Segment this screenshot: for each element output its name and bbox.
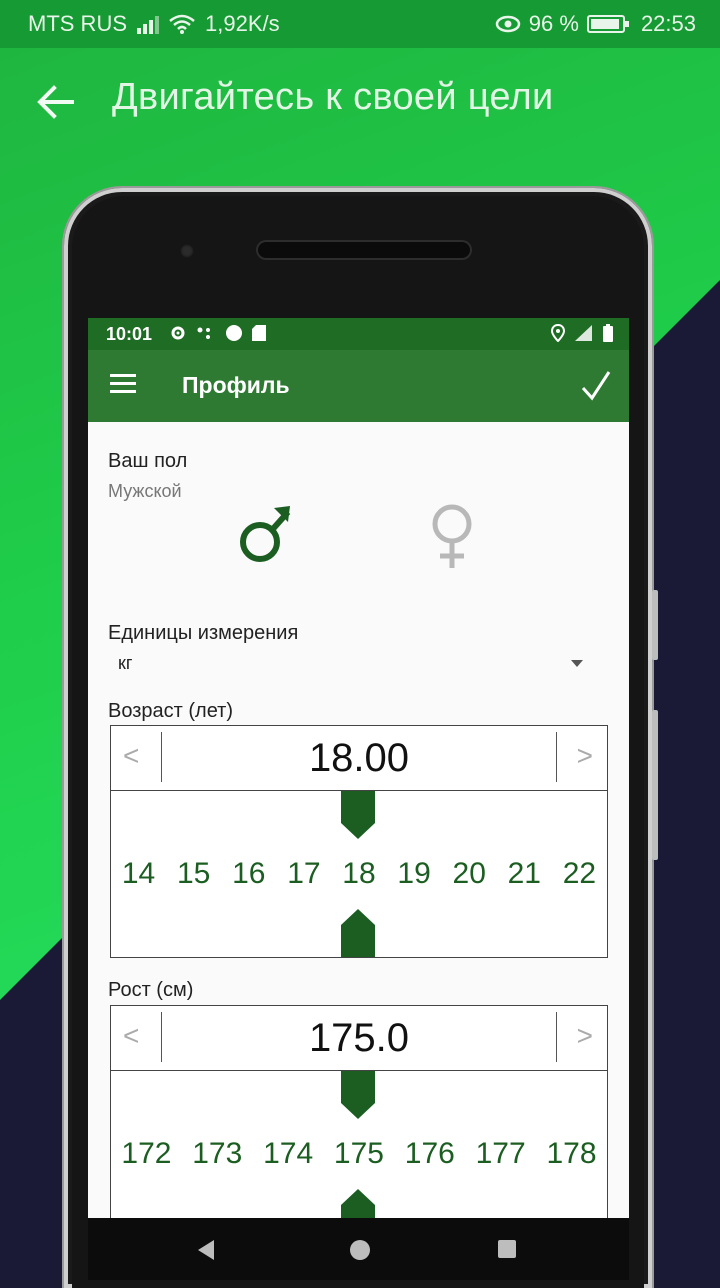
nav-home-icon[interactable] xyxy=(350,1240,370,1260)
phone-side-button xyxy=(652,590,658,660)
female-icon[interactable] xyxy=(428,502,476,570)
height-picker: < 175.0 > 172 173 174 175 176 177 178 xyxy=(110,1005,608,1218)
signal-icon xyxy=(137,14,159,34)
app-status-time: 10:01 xyxy=(106,324,153,344)
age-ruler[interactable]: 14 15 16 17 18 19 20 21 22 xyxy=(111,791,607,957)
network-speed: 1,92K/s xyxy=(205,11,280,36)
navigation-bar xyxy=(88,1218,629,1280)
page-title: Двигайтесь к своей цели xyxy=(112,76,554,118)
wifi-icon xyxy=(169,14,195,34)
height-tick[interactable]: 178 xyxy=(546,1137,596,1171)
battery-icon xyxy=(586,15,629,33)
gender-value: Мужской xyxy=(108,481,182,501)
location-icon xyxy=(551,324,565,342)
menu-icon[interactable] xyxy=(110,374,136,394)
app-status-bar: 10:01 xyxy=(88,318,629,350)
network-dots-icon xyxy=(197,327,210,339)
indicator-top-icon xyxy=(341,791,375,839)
age-tick[interactable]: 22 xyxy=(563,857,596,891)
height-tick[interactable]: 175 xyxy=(334,1137,384,1171)
system-time: 22:53 xyxy=(640,11,696,36)
back-arrow-icon[interactable] xyxy=(36,82,76,122)
age-tick[interactable]: 21 xyxy=(508,857,541,891)
phone-speaker xyxy=(258,242,470,258)
eye-icon xyxy=(495,15,521,33)
age-tick[interactable]: 19 xyxy=(397,857,430,891)
age-picker: < 18.00 > 14 15 16 17 18 19 20 21 22 xyxy=(110,725,608,958)
age-tick[interactable]: 17 xyxy=(287,857,320,891)
nav-recents-icon[interactable] xyxy=(498,1240,516,1258)
units-label: Единицы измерения xyxy=(108,622,299,644)
height-tick[interactable]: 172 xyxy=(121,1137,171,1171)
nav-back-icon[interactable] xyxy=(198,1240,214,1260)
age-label: Возраст (лет) xyxy=(108,700,233,722)
height-tick[interactable]: 177 xyxy=(476,1137,526,1171)
phone-volume-button xyxy=(652,710,658,860)
dropdown-arrow-icon[interactable] xyxy=(571,660,583,667)
indicator-top-icon xyxy=(341,1071,375,1119)
height-next-button[interactable]: > xyxy=(577,1020,593,1052)
age-tick[interactable]: 15 xyxy=(177,857,210,891)
height-tick[interactable]: 173 xyxy=(192,1137,242,1171)
age-tick[interactable]: 14 xyxy=(122,857,155,891)
check-icon[interactable] xyxy=(581,370,611,402)
cell-signal-icon xyxy=(575,325,592,341)
battery-percent: 96 % xyxy=(528,11,579,36)
age-next-button[interactable]: > xyxy=(577,740,593,772)
age-tick[interactable]: 16 xyxy=(232,857,265,891)
height-label: Рост (см) xyxy=(108,979,194,1001)
toolbar-title: Профиль xyxy=(182,372,290,398)
age-tick[interactable]: 18 xyxy=(342,857,375,891)
indicator-bottom-icon xyxy=(341,909,375,957)
height-tick[interactable]: 174 xyxy=(263,1137,313,1171)
indicator-bottom-icon xyxy=(341,1189,375,1218)
system-status-bar: MTS RUS 1,92K/s 96 % 22:53 xyxy=(0,0,720,48)
age-tick[interactable]: 20 xyxy=(453,857,486,891)
circle-icon xyxy=(226,325,242,341)
gear-icon xyxy=(171,326,185,340)
gender-label: Ваш пол xyxy=(108,450,188,472)
app-toolbar: Профиль xyxy=(88,350,629,422)
male-icon[interactable] xyxy=(238,502,294,566)
age-value: 18.00 xyxy=(308,736,410,780)
height-value: 175.0 xyxy=(308,1016,410,1060)
height-ruler[interactable]: 172 173 174 175 176 177 178 xyxy=(111,1071,607,1218)
phone-screen: 10:01 Профиль Ваш пол Мужской Единицы из… xyxy=(88,318,629,1218)
units-select[interactable]: кг xyxy=(118,653,132,674)
height-tick[interactable]: 176 xyxy=(405,1137,455,1171)
battery-small-icon xyxy=(603,324,613,342)
sd-card-icon xyxy=(252,325,266,341)
phone-camera xyxy=(180,244,194,258)
carrier-name: MTS RUS xyxy=(28,11,127,36)
